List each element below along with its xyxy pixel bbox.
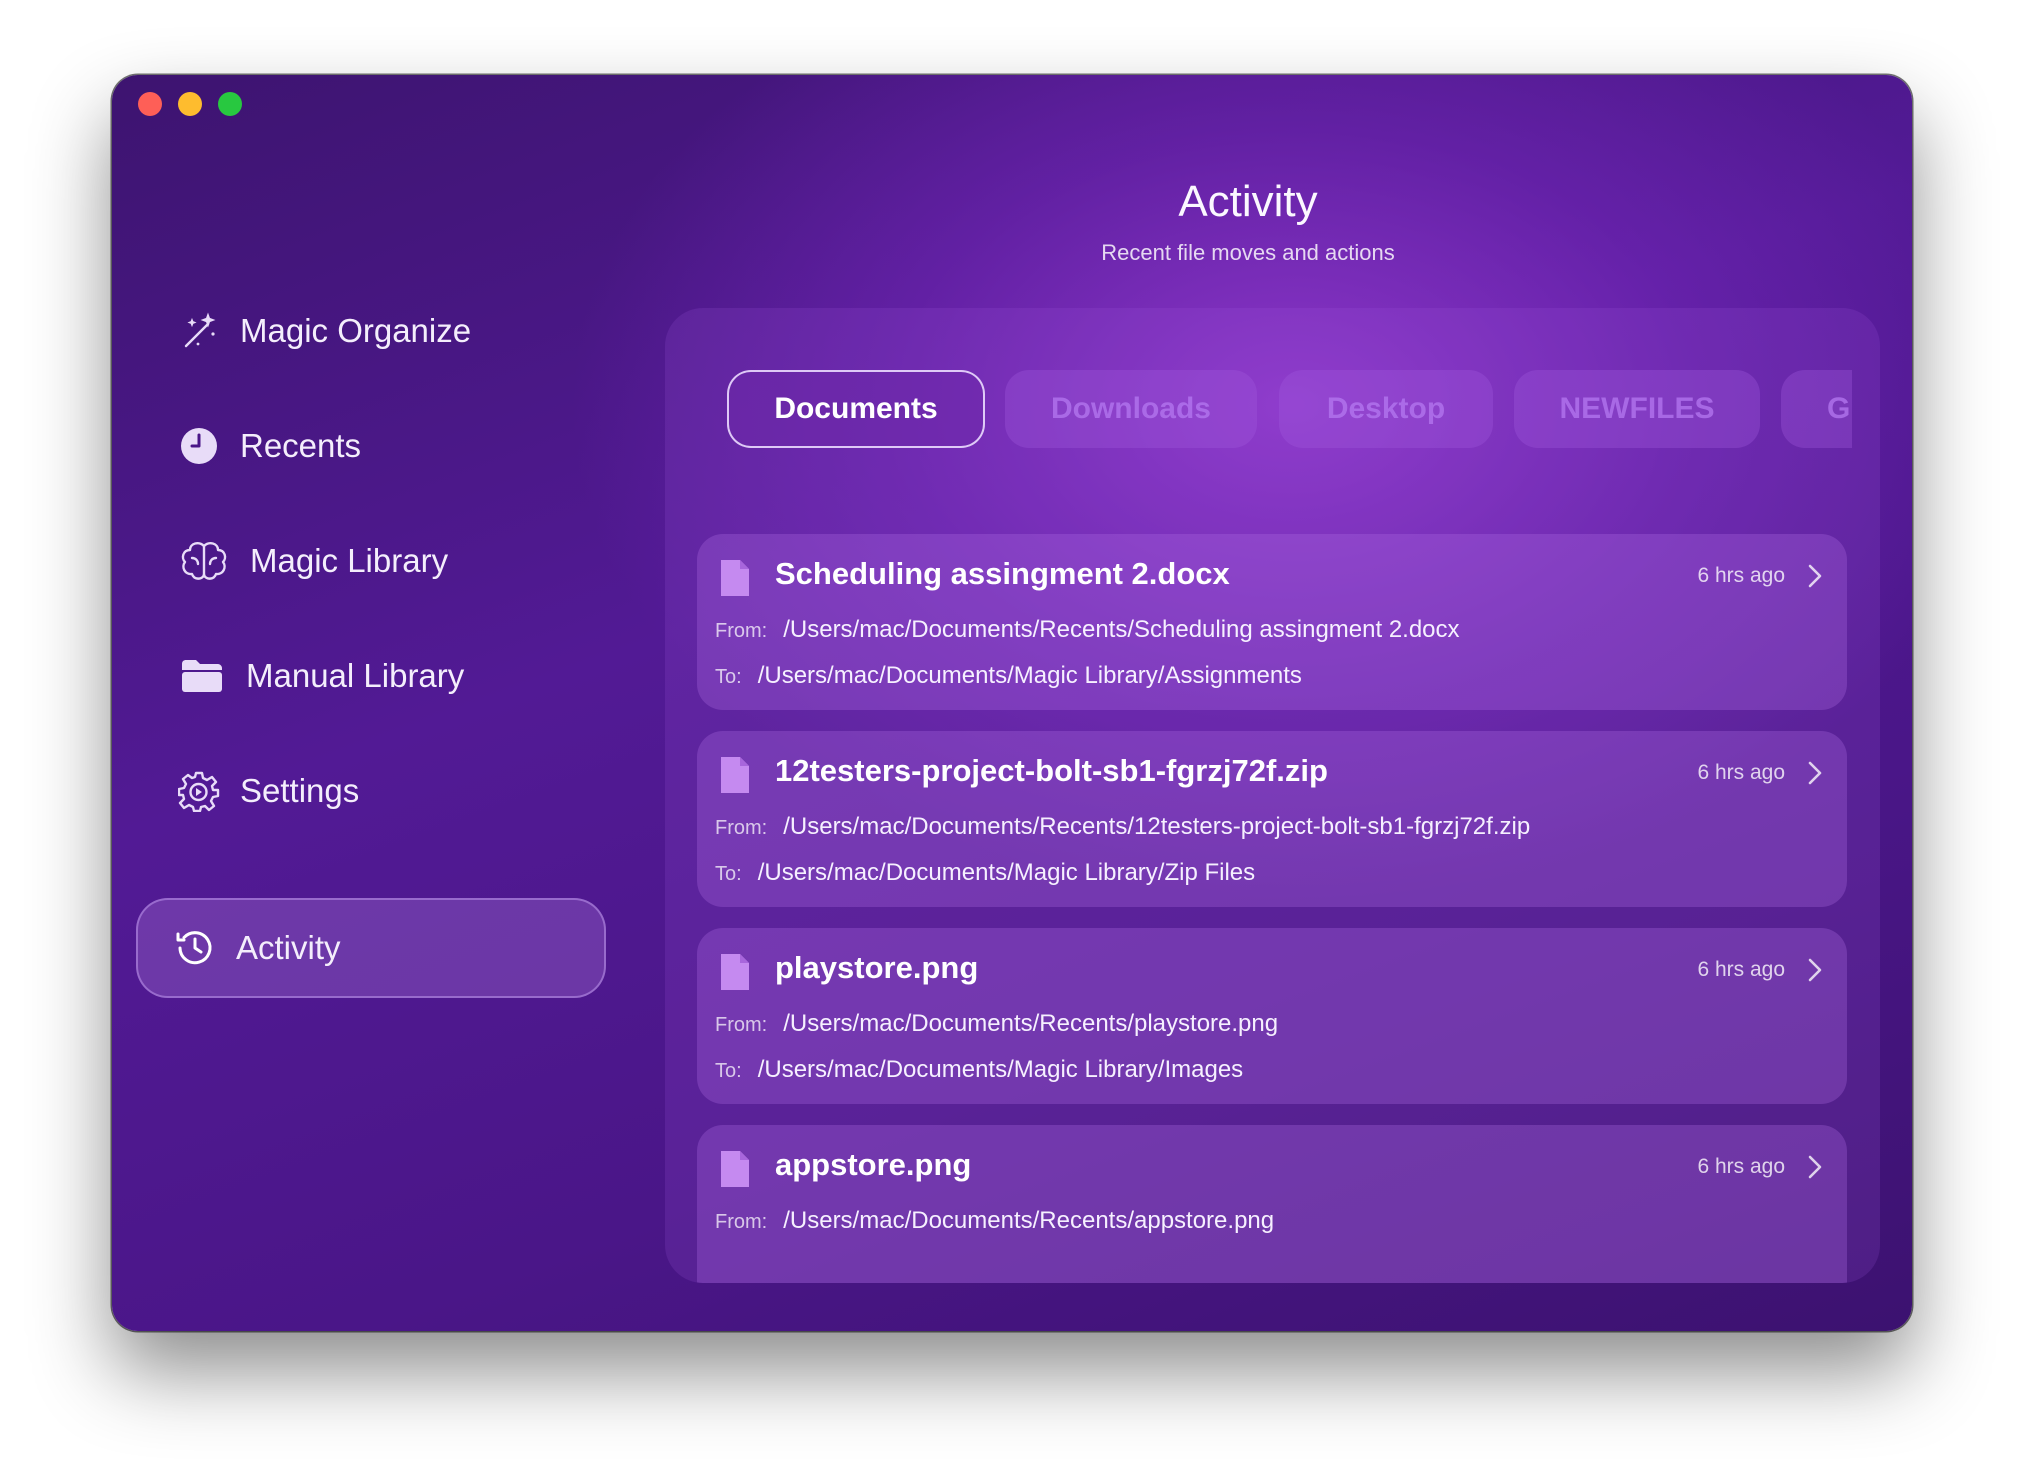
chevron-right-icon[interactable] <box>1805 757 1825 789</box>
sidebar-item-label: Activity <box>236 929 341 966</box>
close-window-button[interactable] <box>138 92 162 116</box>
folder-icon <box>174 651 230 701</box>
file-name: playstore.png <box>775 950 979 985</box>
file-name: appstore.png <box>775 1147 972 1182</box>
sidebar-item-label: Magic Organize <box>240 312 472 349</box>
sidebar-item-label: Recents <box>240 427 362 464</box>
file-icon <box>721 757 749 793</box>
tab-documents[interactable]: Documents <box>727 370 985 448</box>
page-subtitle: Recent file moves and actions <box>1101 240 1395 265</box>
from-path: /Users/mac/Documents/Recents/12testers-p… <box>783 813 1531 840</box>
sidebar-item-recents[interactable]: Recents <box>136 398 606 494</box>
chevron-right-icon[interactable] <box>1805 954 1825 986</box>
file-icon <box>721 1151 749 1187</box>
minimize-window-button[interactable] <box>178 92 202 116</box>
from-path-row: From: /Users/mac/Documents/Recents/playst… <box>715 1010 1278 1038</box>
from-label: From: <box>715 1014 768 1036</box>
from-path-row: From: /Users/mac/Documents/Recents/12test… <box>715 813 1530 841</box>
sidebar-item-label: Magic Library <box>250 542 449 579</box>
file-icon <box>721 560 749 596</box>
from-path-row: From: /Users/mac/Documents/Recents/Schedu… <box>715 616 1460 644</box>
app-window: Activity Recent file moves and actions M… <box>112 75 1912 1331</box>
to-path-row: To: /Users/mac/Documents/Magic Library/As… <box>715 662 1302 690</box>
to-label: To: <box>715 666 742 688</box>
sidebar-item-label: Settings <box>240 772 360 809</box>
from-path: /Users/mac/Documents/Recents/playstore.p… <box>783 1010 1279 1037</box>
from-path-row: From: /Users/mac/Documents/Recents/appsto… <box>715 1207 1274 1235</box>
chevron-right-icon[interactable] <box>1805 1151 1825 1183</box>
tab-g[interactable]: G <box>1781 370 1852 448</box>
file-name: 12testers-project-bolt-sb1-fgrzj72f.zip <box>775 753 1328 788</box>
from-label: From: <box>715 620 768 642</box>
timestamp: 6 hrs ago <box>1697 564 1785 587</box>
tab-downloads[interactable]: Downloads <box>1005 370 1257 448</box>
sidebar-item-manual-library[interactable]: Manual Library <box>136 628 606 724</box>
to-path: /Users/mac/Documents/Magic Library/Zip F… <box>757 859 1256 886</box>
activity-item[interactable]: appstore.png 6 hrs ago From: /Users/mac/D… <box>697 1125 1847 1283</box>
sidebar-item-activity[interactable]: Activity <box>136 898 606 998</box>
from-label: From: <box>715 817 768 839</box>
sidebar-item-magic-organize[interactable]: Magic Organize <box>136 283 606 379</box>
activity-item[interactable]: playstore.png 6 hrs ago From: /Users/mac/… <box>697 928 1847 1104</box>
sidebar-item-magic-library[interactable]: Magic Library <box>136 513 606 609</box>
to-label: To: <box>715 863 742 885</box>
to-path-row: To: /Users/mac/Documents/Magic Library/Zi… <box>715 859 1255 887</box>
activity-item[interactable]: 12testers-project-bolt-sb1-fgrzj72f.zip … <box>697 731 1847 907</box>
activity-panel: Documents Downloads Desktop NEWFILES G S… <box>665 308 1880 1283</box>
timestamp: 6 hrs ago <box>1697 761 1785 784</box>
file-name: Scheduling assingment 2.docx <box>775 556 1230 591</box>
timestamp: 6 hrs ago <box>1697 958 1785 981</box>
magic-wand-icon <box>174 306 224 356</box>
to-path: /Users/mac/Documents/Magic Library/Assig… <box>757 662 1302 689</box>
activity-item[interactable]: Scheduling assingment 2.docx 6 hrs ago F… <box>697 534 1847 710</box>
from-path: /Users/mac/Documents/Recents/appstore.pn… <box>783 1207 1275 1234</box>
brain-icon <box>174 536 234 586</box>
tab-newfiles[interactable]: NEWFILES <box>1514 370 1760 448</box>
zoom-window-button[interactable] <box>218 92 242 116</box>
tab-desktop[interactable]: Desktop <box>1279 370 1493 448</box>
clock-icon <box>174 421 224 471</box>
page-header: Activity Recent file moves and actions <box>672 176 1824 268</box>
chevron-right-icon[interactable] <box>1805 560 1825 592</box>
page-title: Activity <box>1178 177 1318 226</box>
history-icon <box>170 923 220 973</box>
from-path: /Users/mac/Documents/Recents/Scheduling … <box>783 616 1460 643</box>
gear-icon <box>174 766 224 816</box>
sidebar-item-settings[interactable]: Settings <box>136 743 606 839</box>
timestamp: 6 hrs ago <box>1697 1155 1785 1178</box>
from-label: From: <box>715 1211 768 1233</box>
file-icon <box>721 954 749 990</box>
folder-tabs: Documents Downloads Desktop NEWFILES G <box>727 370 1852 450</box>
to-label: To: <box>715 1060 742 1082</box>
sidebar-item-label: Manual Library <box>246 657 465 694</box>
to-path: /Users/mac/Documents/Magic Library/Image… <box>757 1056 1244 1083</box>
to-path-row: To: /Users/mac/Documents/Magic Library/Im… <box>715 1056 1243 1084</box>
